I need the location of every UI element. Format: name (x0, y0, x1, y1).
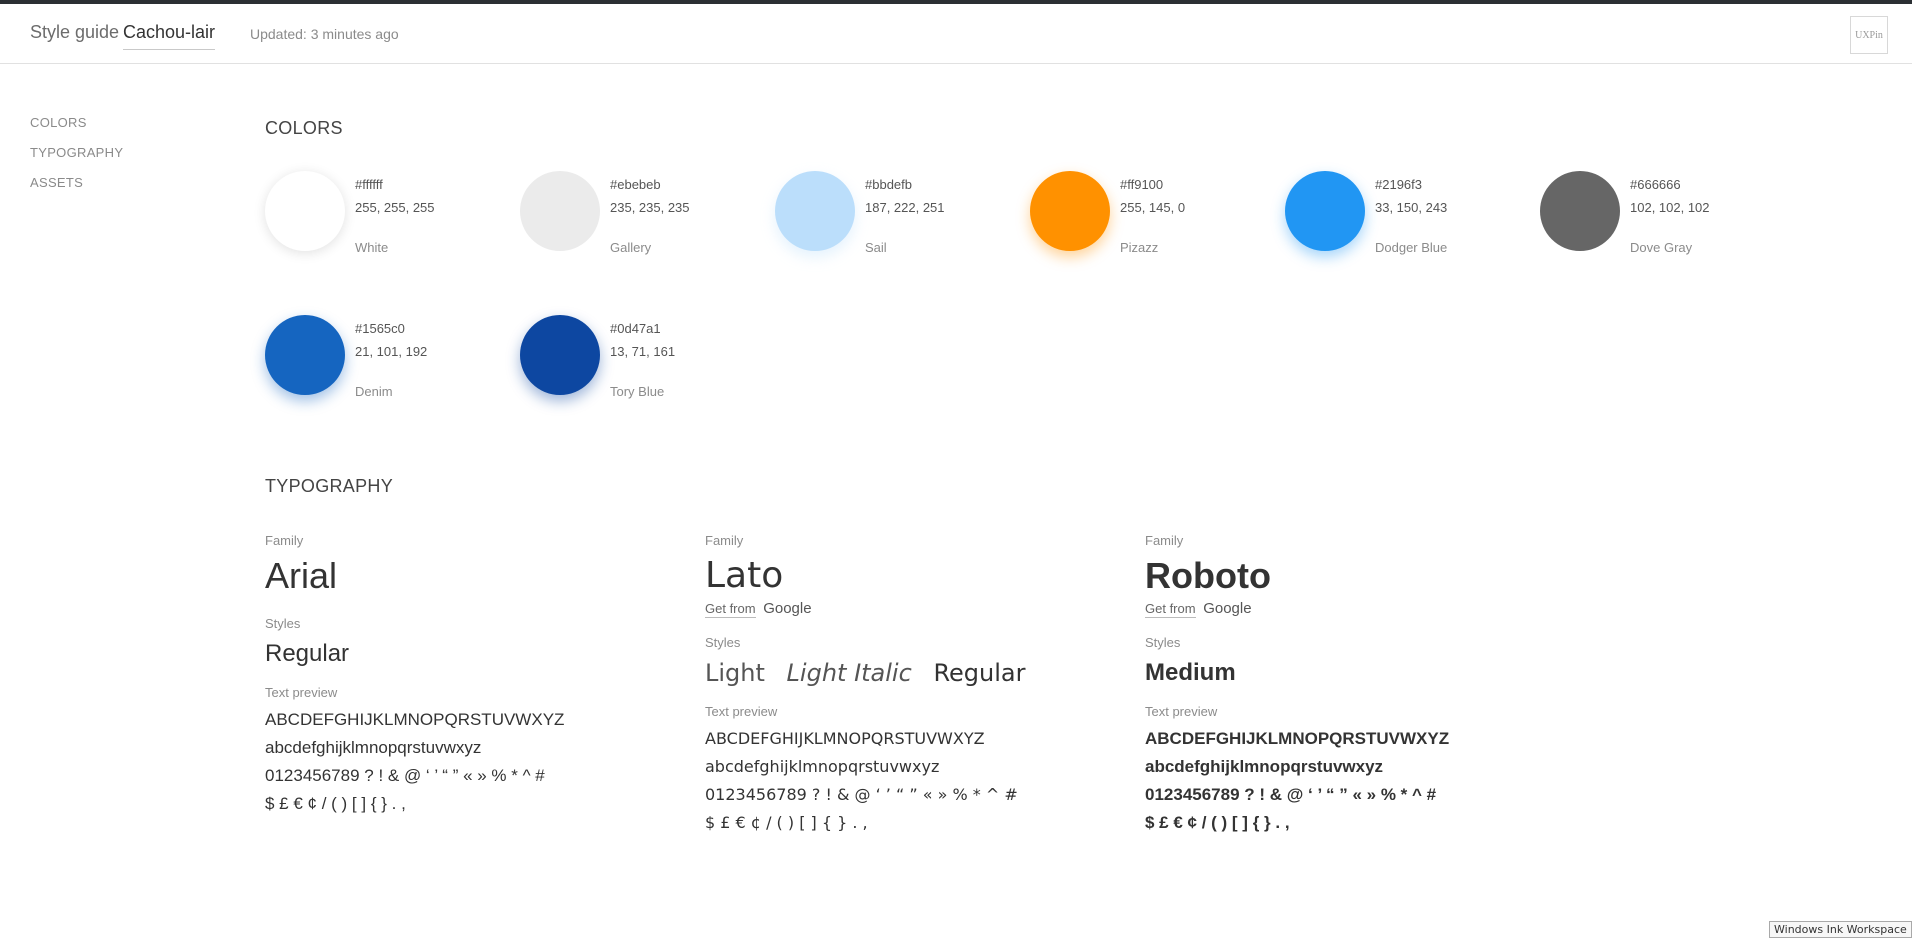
color-circle (265, 171, 345, 251)
color-swatch: #1565c0 21, 101, 192 Denim (265, 315, 520, 410)
style-medium: Medium (1145, 659, 1236, 686)
color-hex: #666666 (1630, 177, 1681, 192)
typography-section-title: TYPOGRAPHY (265, 476, 394, 496)
color-swatch: #666666 102, 102, 102 Dove Gray (1540, 171, 1795, 266)
project-name[interactable]: Cachou-lair (123, 22, 216, 50)
style-regular: Regular (265, 640, 350, 667)
color-swatch: #ff9100 255, 145, 0 Pizazz (1030, 171, 1285, 266)
color-name: Denim (355, 384, 393, 399)
color-swatch: #ebebeb 235, 235, 235 Gallery (520, 171, 775, 266)
preview-lowercase: abcdefghijklmnopqrstuvwxyz (705, 757, 940, 776)
preview-digits: 0123456789 ? ! & @ ‘ ’ “ ” « » % * ^ # (705, 785, 1018, 804)
preview-symbols: $ £ € ¢ / ( ) [ ] { } . , (1145, 813, 1290, 832)
font-family-name: Lato (705, 555, 784, 596)
family-label: Family (705, 533, 744, 548)
color-rgb: 33, 150, 243 (1375, 200, 1448, 215)
family-label: Family (265, 533, 304, 548)
color-circle (775, 171, 855, 251)
style-light: Light (705, 659, 765, 687)
text-preview-label: Text preview (705, 704, 778, 719)
preview-lowercase: abcdefghijklmnopqrstuvwxyz (1145, 757, 1384, 776)
styles-list: Regular (265, 639, 695, 669)
windows-ink-workspace-button[interactable]: Windows Ink Workspace (1769, 921, 1912, 938)
color-swatch: #bbdefb 187, 222, 251 Sail (775, 171, 1030, 266)
styles-list: Medium (1145, 658, 1575, 688)
uxpin-logo[interactable]: UXPin (1850, 16, 1888, 54)
text-preview: ABCDEFGHIJKLMNOPQRSTUVWXYZ abcdefghijklm… (265, 706, 695, 818)
color-hex: #ff9100 (1120, 177, 1164, 192)
family-label: Family (1145, 533, 1184, 548)
preview-uppercase: ABCDEFGHIJKLMNOPQRSTUVWXYZ (705, 729, 985, 748)
preview-symbols: $ £ € ¢ / ( ) [ ] { } . , (265, 794, 406, 813)
text-preview: ABCDEFGHIJKLMNOPQRSTUVWXYZ abcdefghijklm… (1145, 725, 1575, 837)
color-swatch: #2196f3 33, 150, 243 Dodger Blue (1285, 171, 1540, 266)
updated-timestamp: Updated: 3 minutes ago (250, 26, 399, 42)
color-hex: #0d47a1 (610, 321, 661, 336)
style-light-italic: Light Italic (786, 659, 912, 687)
header: Style guide Cachou-lair Updated: 3 minut… (0, 4, 1912, 64)
styles-label: Styles (1145, 635, 1181, 650)
color-circle (1285, 171, 1365, 251)
preview-lowercase: abcdefghijklmnopqrstuvwxyz (265, 738, 482, 757)
get-from-google-link[interactable]: Get from Google (705, 600, 1135, 618)
color-hex: #ffffff (355, 177, 383, 192)
preview-symbols: $ £ € ¢ / ( ) [ ] { } . , (705, 813, 868, 832)
font-family-name: Arial (265, 555, 338, 596)
color-swatch: #0d47a1 13, 71, 161 Tory Blue (520, 315, 775, 410)
color-rgb: 102, 102, 102 (1630, 200, 1710, 215)
google-logo[interactable]: Google (1203, 600, 1251, 617)
text-preview-label: Text preview (1145, 704, 1218, 719)
color-circle (1540, 171, 1620, 251)
color-rgb: 21, 101, 192 (355, 344, 428, 359)
preview-digits: 0123456789 ? ! & @ ‘ ’ “ ” « » % * ^ # (1145, 785, 1437, 804)
style-regular: Regular (933, 659, 1026, 687)
color-circle (1030, 171, 1110, 251)
preview-uppercase: ABCDEFGHIJKLMNOPQRSTUVWXYZ (1145, 729, 1450, 748)
color-name: Gallery (610, 240, 652, 255)
color-circle (265, 315, 345, 395)
preview-uppercase: ABCDEFGHIJKLMNOPQRSTUVWXYZ (265, 710, 565, 729)
get-from-google-link[interactable]: Get from Google (1145, 600, 1575, 618)
color-rgb: 235, 235, 235 (610, 200, 690, 215)
color-name: Tory Blue (610, 384, 665, 399)
color-rgb: 13, 71, 161 (610, 344, 676, 359)
get-from-text[interactable]: Get from (1145, 601, 1196, 618)
sidebar-item-typography[interactable]: TYPOGRAPHY (30, 145, 123, 160)
color-circle (520, 171, 600, 251)
font-card-roboto: Family Roboto Get from Google Styles Med… (1145, 533, 1575, 837)
font-card-arial: Family Arial Styles Regular Text preview… (265, 533, 695, 818)
color-rgb: 255, 255, 255 (355, 200, 435, 215)
color-rgb: 255, 145, 0 (1120, 200, 1186, 215)
sidebar-item-assets[interactable]: ASSETS (30, 175, 123, 190)
color-hex: #1565c0 (355, 321, 405, 336)
colors-section-title: COLORS (265, 118, 343, 138)
color-hex: #2196f3 (1375, 177, 1422, 192)
color-name: Dodger Blue (1375, 240, 1448, 255)
preview-digits: 0123456789 ? ! & @ ‘ ’ “ ” « » % * ^ # (265, 766, 545, 785)
brand-title: Style guide (30, 22, 120, 42)
color-rgb: 187, 222, 251 (865, 200, 945, 215)
get-from-text[interactable]: Get from (705, 601, 756, 618)
sidebar-item-colors[interactable]: COLORS (30, 115, 123, 130)
color-name: Pizazz (1120, 240, 1159, 255)
color-swatch: #ffffff 255, 255, 255 White (265, 171, 520, 266)
color-hex: #bbdefb (865, 177, 912, 192)
google-logo[interactable]: Google (763, 600, 811, 617)
text-preview-label: Text preview (265, 685, 338, 700)
text-preview: ABCDEFGHIJKLMNOPQRSTUVWXYZ abcdefghijklm… (705, 725, 1135, 837)
font-card-lato: Family Lato Get from Google Styles Light… (705, 533, 1135, 837)
color-name: White (355, 240, 389, 255)
styles-label: Styles (265, 616, 301, 631)
color-hex: #ebebeb (610, 177, 661, 192)
sidebar-nav: COLORS TYPOGRAPHY ASSETS (30, 115, 123, 205)
color-name: Dove Gray (1630, 240, 1693, 255)
styles-list: Light Light Italic Regular (705, 658, 1135, 688)
color-circle (520, 315, 600, 395)
color-name: Sail (865, 240, 887, 255)
font-family-name: Roboto (1145, 555, 1271, 596)
styles-label: Styles (705, 635, 741, 650)
